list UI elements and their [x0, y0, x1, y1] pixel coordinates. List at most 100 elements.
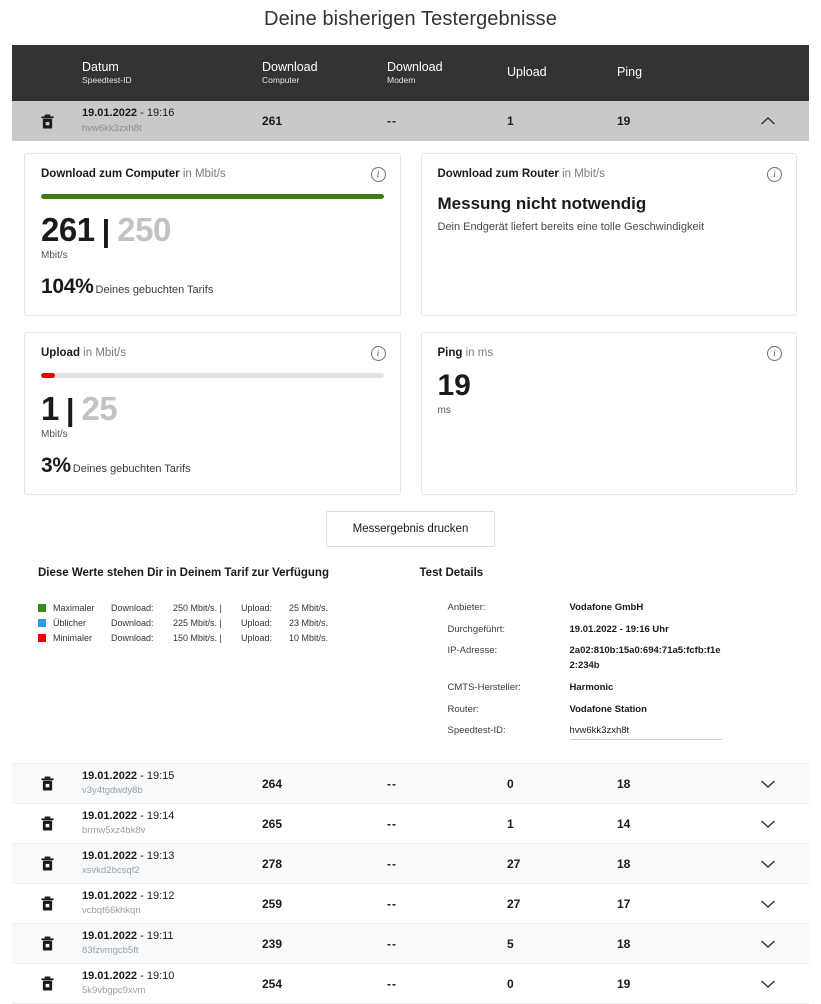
test-detail-row: Router: Vodafone Station	[420, 703, 784, 718]
tariff-color-swatch	[38, 619, 46, 628]
download-router-card-title-unit: in Mbit/s	[558, 168, 605, 180]
delete-result-button[interactable]	[12, 976, 82, 991]
delete-result-button[interactable]	[12, 114, 82, 129]
expand-row-button[interactable]	[727, 979, 809, 989]
expand-row-button[interactable]	[727, 859, 809, 869]
table-row[interactable]: 19.01.2022 - 19:10 5k9vbgpc9xvm 254 -- 0…	[12, 964, 809, 1004]
row-download-computer: 261	[262, 114, 283, 128]
download-computer-card-title: Download zum Computer in Mbit/s	[41, 168, 384, 180]
chevron-up-icon	[761, 117, 775, 125]
tariff-download-value: 150 Mbit/s. |	[173, 632, 222, 643]
info-icon[interactable]: i	[767, 167, 782, 182]
download-computer-card: i Download zum Computer in Mbit/s 261 | …	[24, 153, 401, 316]
table-row[interactable]: 19.01.2022 - 19:13 xsvkd2bcsqf2 278 -- 2…	[12, 844, 809, 885]
delete-result-button[interactable]	[12, 816, 82, 831]
upload-percent: 3%	[41, 454, 71, 477]
row-date-cell: 19.01.2022 - 19:13 xsvkd2bcsqf2	[82, 850, 262, 878]
row-download-computer: 254	[262, 976, 283, 991]
upload-separator: |	[65, 392, 75, 427]
row-download-computer: 265	[262, 816, 283, 831]
tariff-tier-name: Maximaler	[53, 603, 95, 613]
row-speedtest-id: hvw6kk3zxh8t	[82, 122, 142, 134]
test-detail-row: IP-Adresse: 2a02:810b:15a0:694:71a5:fcfb…	[420, 644, 784, 673]
speedtest-results-page: Deine bisherigen Testergebnisse Datum Sp…	[0, 0, 821, 1004]
row-upload: 27	[507, 856, 521, 871]
table-row-expanded[interactable]: 19.01.2022 - 19:16 hvw6kk3zxh8t 261 -- 1…	[12, 101, 809, 141]
trash-icon	[40, 776, 54, 791]
expand-row-button[interactable]	[727, 939, 809, 949]
results-table: Datum Speedtest-ID Download Computer Dow…	[12, 45, 809, 1004]
test-detail-key: IP-Adresse:	[447, 645, 498, 657]
upload-card-title-bold: Upload	[41, 347, 80, 359]
chevron-down-icon	[761, 820, 775, 828]
test-detail-value: 2a02:810b:15a0:694:71a5:fcfb:f1e2:234b	[569, 645, 721, 672]
delete-result-button[interactable]	[12, 936, 82, 951]
row-upload: 1	[507, 816, 514, 831]
trash-icon	[40, 114, 54, 128]
header-upload-column: Upload	[507, 65, 617, 81]
table-row[interactable]: 19.01.2022 - 19:11 83fzvmgcb5ft 239 -- 5…	[12, 924, 809, 965]
upload-max: 25	[81, 390, 118, 427]
download-computer-percent: 104%	[41, 275, 94, 298]
tariff-download-value: 225 Mbit/s. |	[173, 617, 222, 628]
row-date-day: 19.01.2022	[82, 969, 138, 982]
row-ping: 19	[617, 976, 631, 991]
row-speedtest-id: brmw5xz4bk8v	[82, 825, 146, 837]
print-result-button[interactable]: Messergebnis drucken	[325, 511, 496, 547]
ping-card: i Ping in ms 19 ms	[420, 332, 797, 495]
download-computer-values: 261 | 250	[41, 213, 384, 246]
row-download-modem: --	[387, 976, 397, 991]
table-row[interactable]: 19.01.2022 - 19:15 v3y4tgdwdy8b 264 -- 0…	[12, 764, 809, 805]
tariff-color-swatch	[38, 604, 46, 613]
info-icon[interactable]: i	[370, 167, 386, 182]
row-upload: 0	[507, 776, 514, 791]
test-detail-value[interactable]: hvw6kk3zxh8t	[569, 724, 722, 741]
expand-row-button[interactable]	[727, 899, 809, 909]
upload-values: 1 | 25	[41, 392, 384, 425]
header-date-column: Datum Speedtest-ID	[82, 60, 262, 87]
download-router-card-title-bold: Download zum Router	[437, 168, 559, 180]
tariff-color-swatch	[38, 634, 46, 643]
row-download-modem: --	[387, 114, 397, 128]
detail-bottom-section: Diese Werte stehen Dir in Deinem Tarif z…	[24, 567, 797, 763]
info-icon[interactable]: i	[767, 346, 782, 361]
row-date-cell: 19.01.2022 - 19:15 v3y4tgdwdy8b	[82, 770, 262, 798]
test-detail-row: Anbieter: Vodafone GmbH	[420, 601, 784, 616]
trash-icon	[40, 936, 54, 951]
download-computer-card-title-unit: in Mbit/s	[179, 168, 226, 180]
row-ping: 17	[617, 896, 631, 911]
row-ping: 18	[617, 856, 631, 871]
header-download-computer-column: Download Computer	[262, 60, 387, 87]
ping-unit: ms	[437, 405, 451, 416]
download-router-card: i Download zum Router in Mbit/s Messung …	[420, 153, 797, 316]
header-download-modem-column: Download Modem	[387, 60, 507, 87]
table-row[interactable]: 19.01.2022 - 19:12 vcbqt66khkqn 259 -- 2…	[12, 884, 809, 925]
page-title: Deine bisherigen Testergebnisse	[264, 8, 557, 30]
upload-progress-track	[41, 373, 384, 378]
delete-result-button[interactable]	[12, 856, 82, 871]
expand-row-button[interactable]	[727, 779, 809, 789]
row-date-cell: 19.01.2022 - 19:16 hvw6kk3zxh8t	[82, 107, 262, 135]
chevron-down-icon	[761, 900, 775, 908]
delete-result-button[interactable]	[12, 896, 82, 911]
upload-percent-label: Deines gebuchten Tarifs	[72, 463, 191, 475]
row-date-value: 19.01.2022 - 19:12	[82, 889, 175, 902]
row-date-day: 19.01.2022	[82, 769, 138, 782]
test-detail-row: CMTS-Hersteller: Harmonic	[420, 681, 784, 696]
row-download-computer: 264	[262, 776, 283, 791]
test-detail-value: 19.01.2022 - 19:16 Uhr	[569, 623, 669, 635]
header-upload-label: Upload	[507, 65, 547, 80]
expand-row-button[interactable]	[727, 819, 809, 829]
delete-result-button[interactable]	[12, 776, 82, 791]
tariff-download-label: Download:	[111, 617, 154, 628]
row-date-value: 19.01.2022 - 19:13	[82, 849, 175, 862]
tariff-download-label: Download:	[111, 603, 154, 613]
upload-progress-fill	[41, 373, 55, 378]
info-icon[interactable]: i	[370, 346, 386, 361]
table-row[interactable]: 19.01.2022 - 19:14 brmw5xz4bk8v 265 -- 1…	[12, 804, 809, 845]
test-detail-value: Vodafone GmbH	[569, 602, 644, 613]
metric-cards-top-row: i Download zum Computer in Mbit/s 261 | …	[24, 153, 797, 316]
test-detail-key: Speedtest-ID:	[447, 725, 506, 737]
collapse-row-button[interactable]	[727, 116, 809, 126]
row-date-value: 19.01.2022 - 19:16	[82, 106, 175, 119]
